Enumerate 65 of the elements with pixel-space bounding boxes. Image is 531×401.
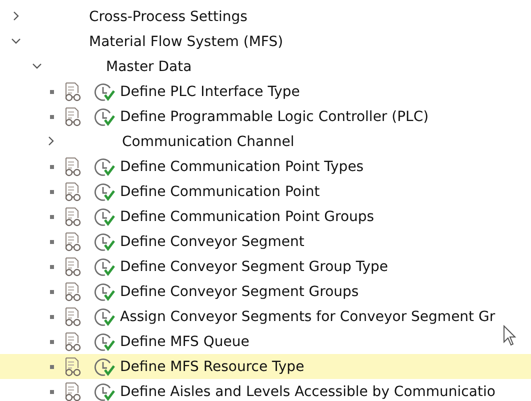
clock-check-icon[interactable] — [94, 256, 116, 276]
activity-label: Assign Conveyor Segments for Conveyor Segment Gr — [120, 308, 496, 324]
tree-row[interactable]: Define Conveyor Segment Group Type — [0, 254, 531, 279]
clock-check-icon[interactable] — [94, 356, 116, 376]
bullet-icon — [50, 264, 54, 268]
bullet-icon — [50, 114, 54, 118]
document-glasses-icon[interactable] — [64, 356, 82, 376]
activity-label: Define Communication Point Groups — [120, 208, 374, 224]
tree-row[interactable]: Define Conveyor Segment — [0, 229, 531, 254]
clock-check-icon[interactable] — [94, 182, 116, 202]
bullet-icon — [50, 240, 54, 244]
document-glasses-icon[interactable] — [64, 256, 82, 276]
tree-row[interactable]: Define Conveyor Segment Groups — [0, 279, 531, 304]
activity-label: Define MFS Resource Type — [120, 358, 304, 374]
clock-check-icon[interactable] — [94, 82, 116, 102]
tree-node[interactable]: Material Flow System (MFS) — [89, 34, 284, 50]
bullet-icon — [50, 314, 54, 318]
clock-check-icon[interactable] — [94, 156, 116, 176]
activity-label: Define Conveyor Segment Group Type — [120, 258, 388, 274]
document-glasses-icon[interactable] — [64, 232, 82, 252]
bullet-icon — [50, 290, 54, 294]
bullet-icon — [50, 164, 54, 168]
activity-label: Define MFS Queue — [120, 334, 250, 350]
clock-check-icon[interactable] — [94, 106, 116, 126]
tree-row[interactable]: Define Communication Point — [0, 179, 531, 204]
tree-node[interactable]: Cross-Process Settings — [89, 8, 248, 24]
tree-row[interactable]: Define Aisles and Levels Accessible by Communicatio — [0, 379, 531, 401]
document-glasses-icon[interactable] — [64, 382, 82, 401]
activity-label: Define Conveyor Segment — [120, 234, 304, 250]
bullet-icon — [50, 90, 54, 94]
bullet-icon — [50, 190, 54, 194]
activity-label: Define Communication Point — [120, 184, 320, 200]
bullet-icon — [50, 214, 54, 218]
clock-check-icon[interactable] — [94, 282, 116, 302]
clock-check-icon[interactable] — [94, 332, 116, 352]
document-glasses-icon[interactable] — [64, 306, 82, 326]
tree-row[interactable]: Define MFS Queue — [0, 329, 531, 354]
document-glasses-icon[interactable] — [64, 106, 82, 126]
bullet-icon — [50, 390, 54, 394]
tree-row[interactable]: Define PLC Interface Type — [0, 79, 531, 104]
tree-node[interactable]: Master Data — [106, 58, 192, 74]
tree-row[interactable]: Define Communication Point Types — [0, 154, 531, 179]
mouse-cursor-icon — [503, 325, 517, 347]
document-glasses-icon[interactable] — [64, 206, 82, 226]
activity-label: Define Programmable Logic Controller (PLC) — [120, 108, 429, 124]
document-glasses-icon[interactable] — [64, 82, 82, 102]
activity-label: Define Conveyor Segment Groups — [120, 284, 359, 300]
tree-row[interactable]: Define MFS Resource Type — [0, 354, 531, 379]
bullet-icon — [50, 340, 54, 344]
clock-check-icon[interactable] — [94, 206, 116, 226]
document-glasses-icon[interactable] — [64, 332, 82, 352]
document-glasses-icon[interactable] — [64, 282, 82, 302]
tree-row[interactable]: Define Communication Point Groups — [0, 204, 531, 229]
tree-row[interactable]: Assign Conveyor Segments for Conveyor Segment Gr — [0, 304, 531, 329]
clock-check-icon[interactable] — [94, 306, 116, 326]
bullet-icon — [50, 364, 54, 368]
document-glasses-icon[interactable] — [64, 182, 82, 202]
activity-label: Define Communication Point Types — [120, 158, 364, 174]
clock-check-icon[interactable] — [94, 232, 116, 252]
clock-check-icon[interactable] — [94, 382, 116, 401]
activity-label: Define PLC Interface Type — [120, 84, 300, 100]
activity-label: Define Aisles and Levels Accessible by Communicatio — [120, 384, 496, 400]
tree-row[interactable]: Define Programmable Logic Controller (PLC) — [0, 104, 531, 129]
tree-node[interactable]: Communication Channel — [122, 134, 294, 150]
document-glasses-icon[interactable] — [64, 156, 82, 176]
